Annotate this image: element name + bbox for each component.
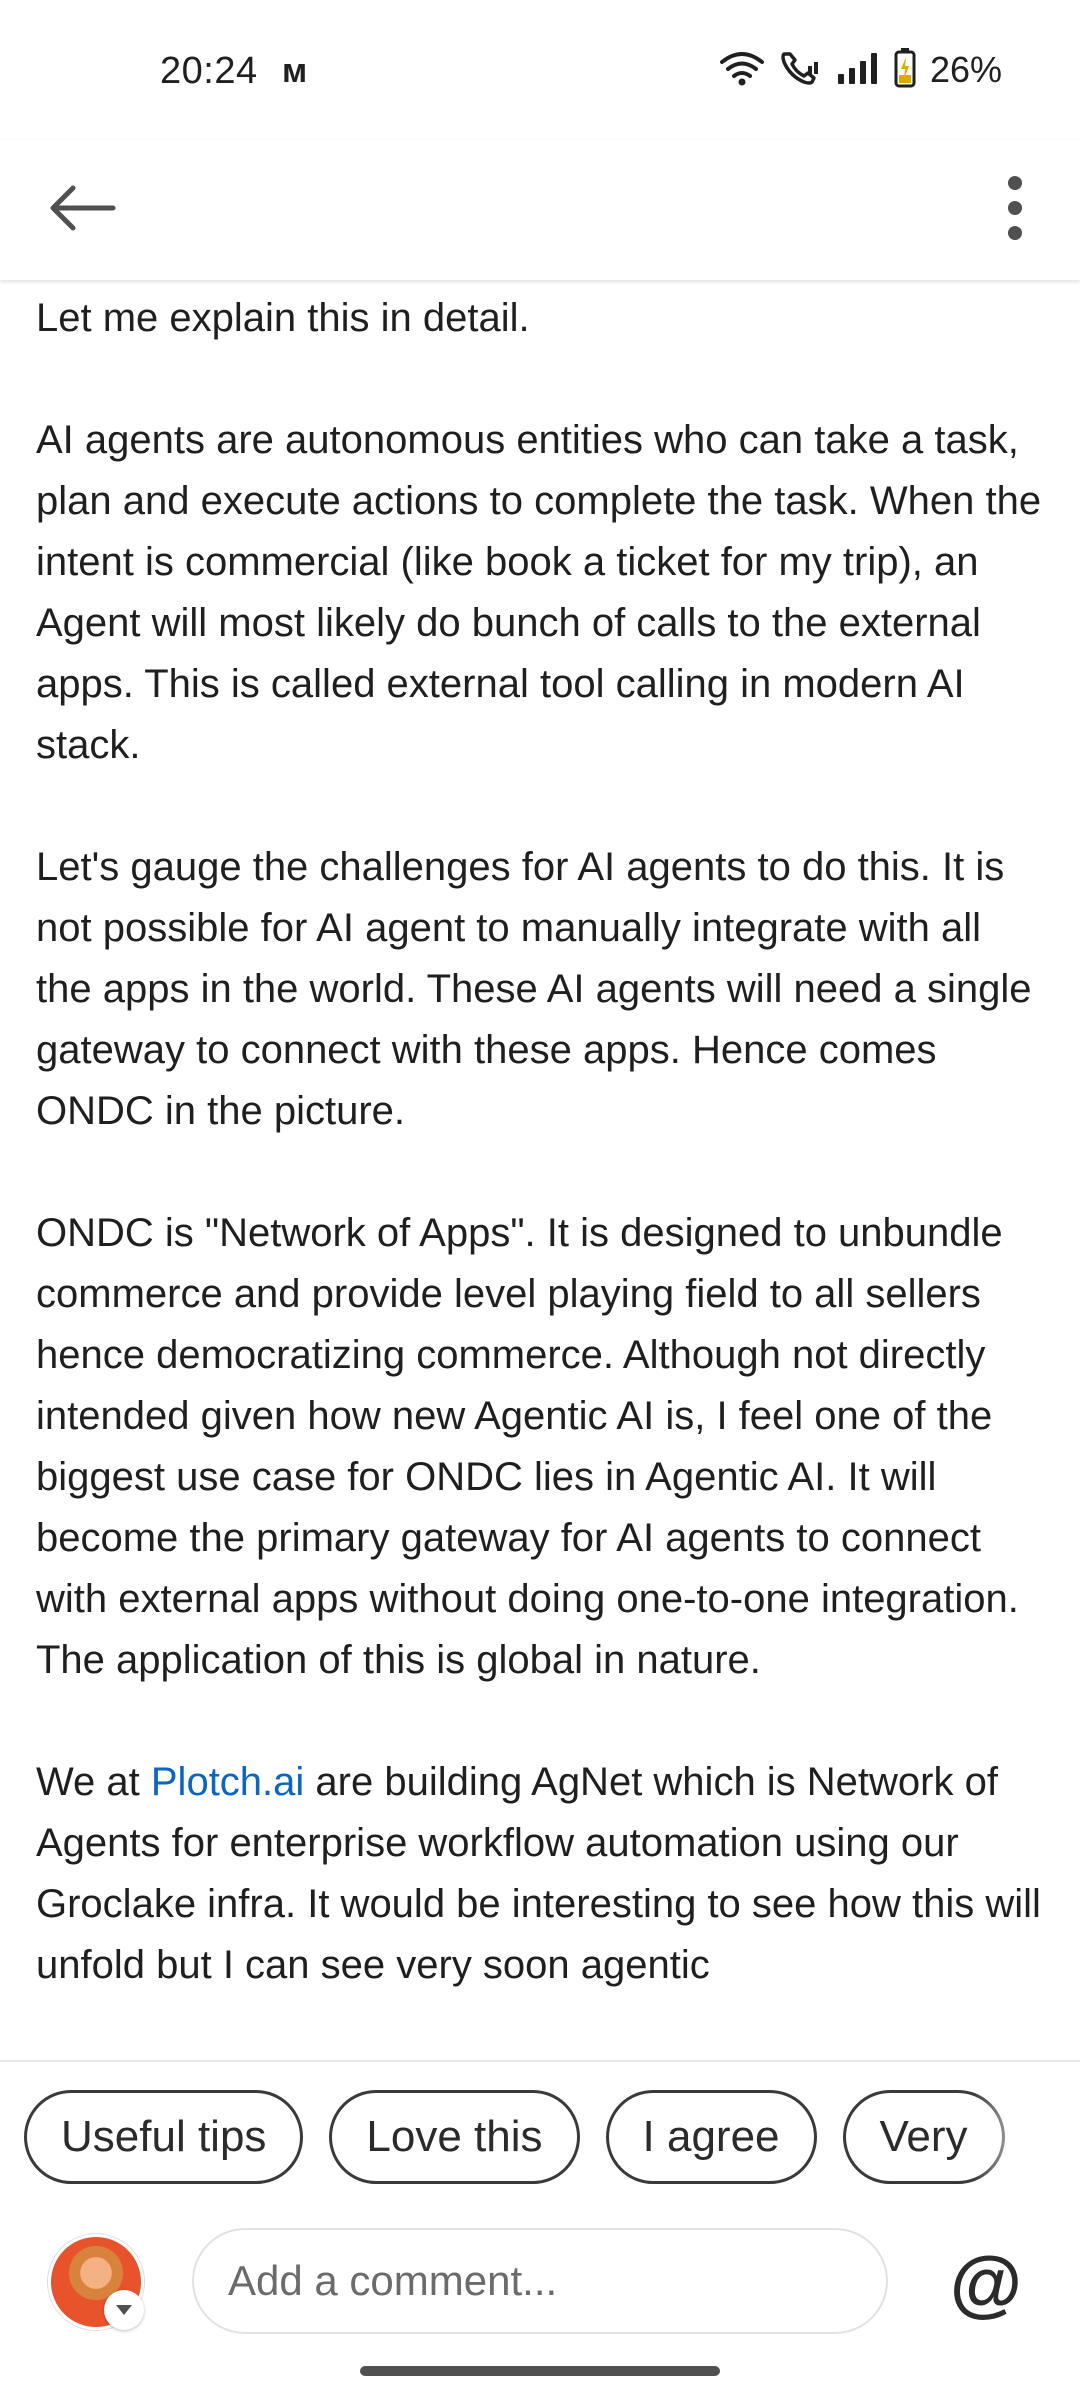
post-text: We at <box>36 1760 151 1804</box>
top-app-bar <box>0 140 1080 280</box>
comment-input[interactable]: Add a comment... <box>192 2228 888 2334</box>
signal-icon <box>836 50 880 91</box>
battery-percent: 26% <box>929 49 1002 90</box>
battery-charging-icon <box>894 47 916 93</box>
post-paragraph: Let's gauge the challenges for AI agents… <box>36 845 1032 1133</box>
suggested-comments: Useful tips Love this I agree Very <box>24 2090 1044 2186</box>
post-content: Let me explain this in detail. AI agents… <box>0 280 1080 2060</box>
chips-fade <box>974 2090 1044 2186</box>
status-bar: 20:24 ᴍ 26% <box>0 0 1080 140</box>
post-paragraph: Let me explain this in detail. <box>36 296 530 340</box>
post-paragraph: AI agents are autonomous entities who ca… <box>36 418 1042 767</box>
mention-button[interactable]: @ <box>938 2234 1034 2330</box>
more-vertical-icon <box>1005 175 1025 246</box>
caret-down-icon[interactable] <box>104 2290 144 2330</box>
status-icons: 26% <box>719 46 1002 94</box>
more-options-button[interactable] <box>980 170 1050 250</box>
wifi-calling-icon <box>778 48 822 93</box>
back-button[interactable] <box>32 170 132 250</box>
home-indicator[interactable] <box>360 2366 720 2376</box>
status-time: 20:24 <box>160 50 258 92</box>
post-paragraph-last: We at Plotch.ai are building AgNet which… <box>36 1752 1044 1996</box>
chip-i-agree[interactable]: I agree <box>605 2090 817 2184</box>
bottom-panel: Useful tips Love this I agree Very Add a… <box>0 2060 1080 2400</box>
notification-icon: ᴍ <box>282 52 308 90</box>
chip-useful-tips[interactable]: Useful tips <box>24 2090 304 2184</box>
post-paragraph: ONDC is "Network of Apps". It is designe… <box>36 1211 1019 1682</box>
arrow-left-icon <box>47 183 117 238</box>
wifi-icon <box>719 50 764 91</box>
company-link[interactable]: Plotch.ai <box>151 1760 304 1804</box>
chip-love-this[interactable]: Love this <box>329 2090 580 2184</box>
